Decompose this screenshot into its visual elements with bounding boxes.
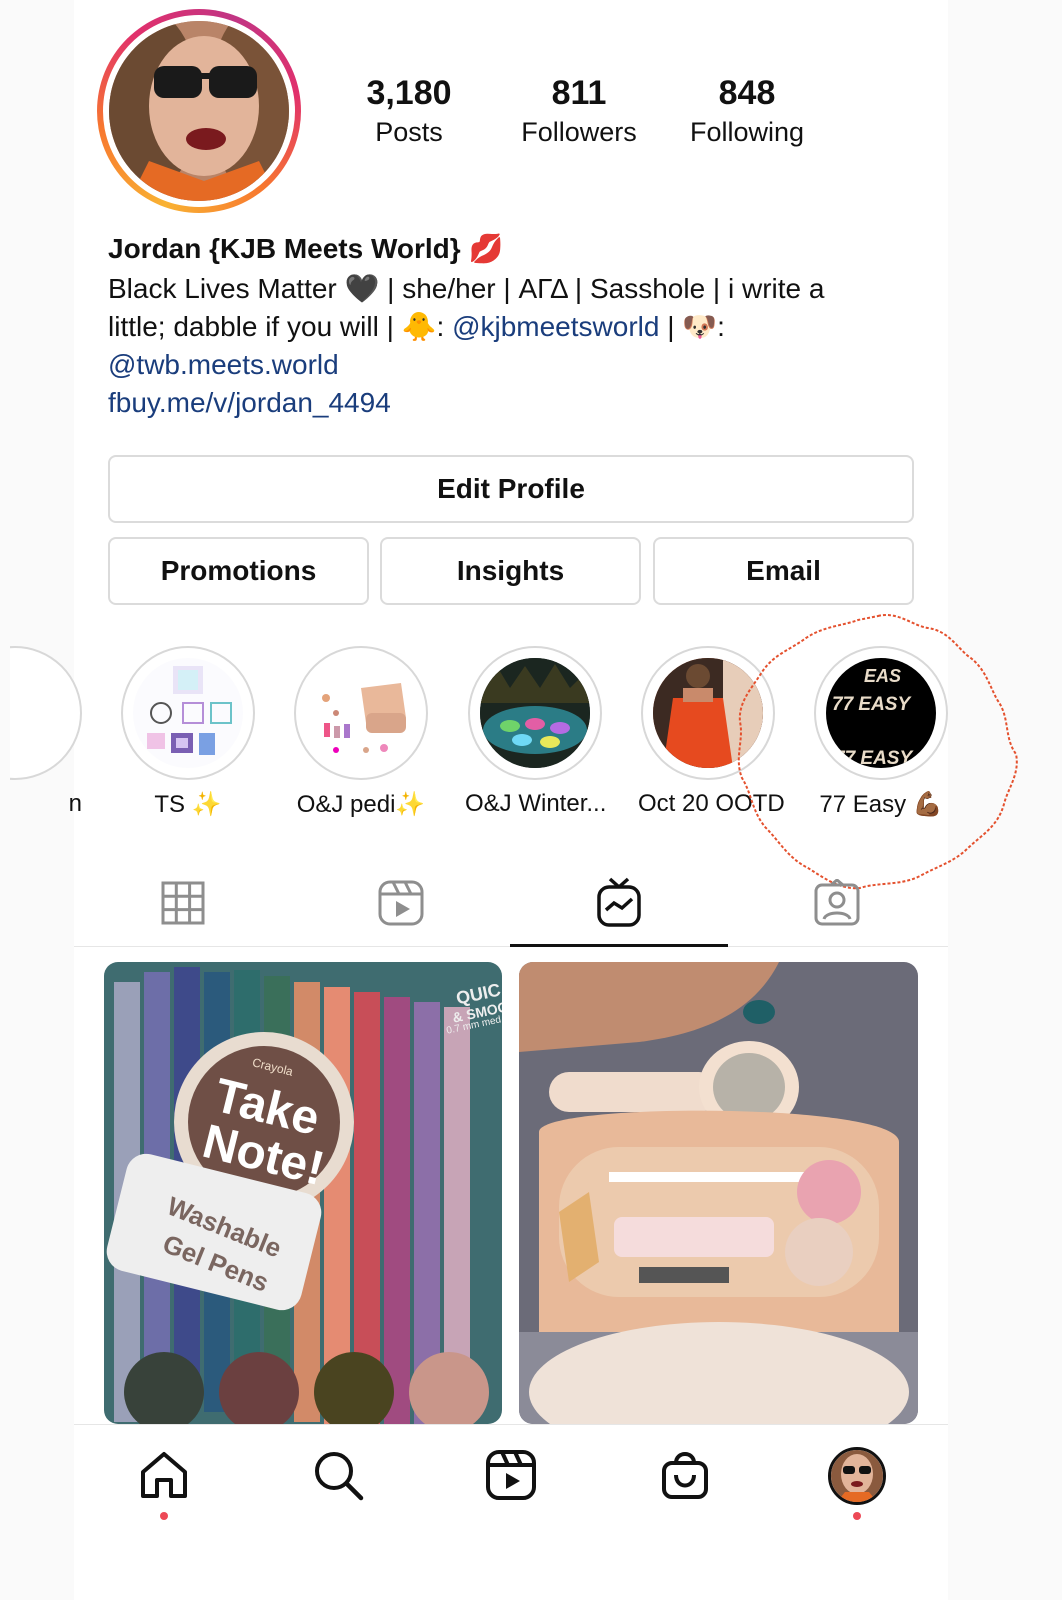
posts-count-label: Posts (375, 117, 443, 147)
highlight-partial[interactable]: n (10, 646, 82, 818)
following-count[interactable]: 848 Following (662, 72, 832, 150)
followers-count-label: Followers (521, 117, 637, 147)
following-count-label: Following (689, 117, 805, 147)
highlight-cover-text: EAS (864, 666, 902, 686)
igtv-post-gel-pens[interactable]: QUIC & SMOO 0.7 mm med Crayola Take Note… (104, 962, 502, 1424)
bio-handle-kjbmeetsworld[interactable]: @kjbmeetsworld (452, 311, 659, 342)
highlight-cover-text: 77 EASY (832, 694, 911, 715)
email-button[interactable]: Email (653, 537, 914, 605)
tab-igtv[interactable] (510, 860, 728, 947)
highlight-label: TS ✨ (154, 791, 222, 818)
nav-home[interactable] (134, 1445, 194, 1505)
highlight-label: 77 Easy 💪🏾 (819, 791, 943, 818)
edit-profile-button[interactable]: Edit Profile (108, 455, 914, 523)
bio-line-2-suffix: | 🐶: (659, 311, 725, 342)
profile-avatar-ring[interactable] (97, 9, 301, 213)
nav-search[interactable] (308, 1445, 368, 1505)
highlight-cover (480, 658, 590, 768)
highlight-label: O&J pedi✨ (296, 791, 426, 818)
promotions-button[interactable]: Promotions (108, 537, 369, 605)
posts-count-value: 3,180 (366, 74, 452, 112)
highlight-ts[interactable]: TS ✨ (118, 646, 258, 819)
posts-count[interactable]: 3,180 Posts (324, 72, 494, 150)
grid-icon (161, 881, 205, 925)
nav-profile[interactable] (828, 1447, 886, 1505)
bio-line-2: little; dabble if you will | 🐥: @kjbmeet… (108, 308, 928, 346)
bio-line-1: Black Lives Matter 🖤 | she/her | ΑΓΔ | S… (108, 273, 825, 304)
profile-tabs (74, 860, 948, 947)
highlight-label: O&J Winter... (465, 790, 607, 817)
highlight-oj-winter[interactable]: O&J Winter... (465, 646, 607, 818)
right-edge (948, 0, 1062, 1600)
highlight-77-easy[interactable]: EAS 77 EASY 77 EASY 77 Easy 💪🏾 (811, 646, 951, 819)
highlight-label: n (68, 790, 82, 817)
tab-tagged[interactable] (728, 860, 946, 946)
bottom-navigation (74, 1424, 948, 1601)
reels-icon (486, 1450, 536, 1500)
highlight-oct20-ootd[interactable]: Oct 20 OOTD (638, 646, 785, 818)
profile-avatar (831, 1450, 883, 1502)
home-icon (141, 1452, 187, 1498)
nav-shop[interactable] (655, 1445, 715, 1505)
highlight-cover-text: 77 EASY (834, 748, 913, 768)
reels-icon (378, 880, 424, 926)
tagged-icon (814, 879, 860, 926)
igtv-post-pedicure-kit[interactable] (519, 962, 918, 1424)
profile-name-text: Jordan {KJB Meets World} (108, 233, 461, 264)
igtv-icon (597, 877, 641, 927)
bio-line-2-prefix: little; dabble if you will | 🐥: (108, 311, 453, 342)
bio-website-link[interactable]: fbuy.me/v/jordan_4494 (108, 384, 928, 422)
nav-reels[interactable] (481, 1445, 541, 1505)
highlight-cover (306, 658, 416, 768)
shop-icon (662, 1452, 708, 1499)
highlight-oj-pedi[interactable]: O&J pedi✨ (291, 646, 431, 819)
insights-button[interactable]: Insights (380, 537, 641, 605)
highlight-cover (653, 658, 763, 768)
following-count-value: 848 (718, 74, 776, 112)
profile-avatar (109, 21, 289, 201)
profile-bio: Jordan {KJB Meets World} 💋 Black Lives M… (108, 232, 928, 422)
highlight-cover (133, 658, 243, 768)
followers-count-value: 811 (551, 74, 607, 112)
profile-name: Jordan {KJB Meets World} 💋 (108, 232, 928, 266)
bio-handle-twb[interactable]: @twb.meets.world (108, 346, 928, 384)
highlight-label: Oct 20 OOTD (638, 790, 785, 817)
tab-reels[interactable] (292, 860, 510, 946)
followers-count[interactable]: 811 Followers (494, 72, 664, 150)
highlight-cover: EAS 77 EASY 77 EASY (826, 658, 936, 768)
lips-emoji: 💋 (468, 233, 504, 264)
profile-notification-dot (853, 1512, 861, 1520)
home-notification-dot (160, 1512, 168, 1520)
tab-grid[interactable] (74, 860, 292, 946)
search-icon (315, 1452, 364, 1501)
